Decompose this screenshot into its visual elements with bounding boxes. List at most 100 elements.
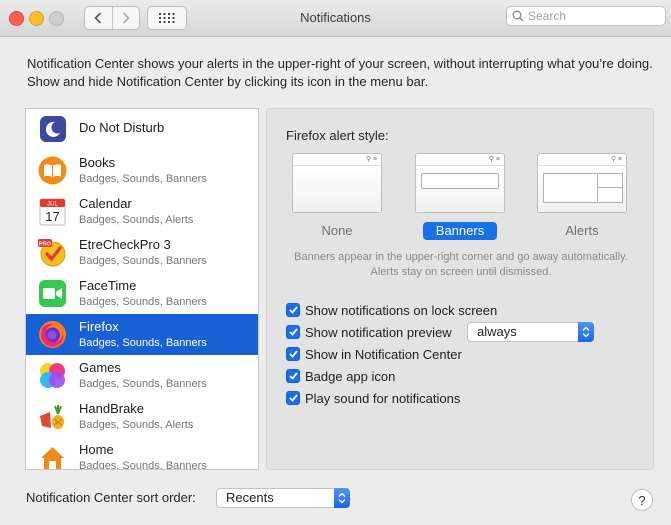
- games-icon: [38, 361, 67, 390]
- help-button[interactable]: ?: [631, 489, 653, 511]
- app-item-facetime[interactable]: FaceTime Badges, Sounds, Banners: [26, 273, 258, 314]
- minimize-button[interactable]: [29, 11, 44, 26]
- app-item-firefox[interactable]: Firefox Badges, Sounds, Banners: [26, 314, 258, 355]
- sort-order-select[interactable]: Recents: [216, 488, 350, 508]
- app-item-calendar[interactable]: JUL 17 Calendar Badges, Sounds, Alerts: [26, 191, 258, 232]
- banner-preview: [421, 173, 499, 189]
- updown-chevron-icon: [578, 322, 594, 342]
- menubar-icons: ⚲ ≡: [610, 156, 622, 163]
- option-label: Play sound for notifications: [305, 390, 461, 406]
- checkbox[interactable]: [286, 391, 300, 405]
- calendar-day: 17: [45, 209, 59, 224]
- menubar-icons: ⚲ ≡: [365, 156, 377, 163]
- calendar-icon: JUL 17: [38, 197, 67, 226]
- alert-style-banners-thumbnail: ⚲ ≡: [415, 153, 505, 213]
- app-name: FaceTime: [79, 278, 137, 293]
- alert-style-alerts-thumbnail: ⚲ ≡: [537, 153, 627, 213]
- app-name: Books: [79, 155, 116, 170]
- option-label: Show notifications on lock screen: [305, 302, 498, 318]
- home-icon: [38, 443, 67, 469]
- zoom-button[interactable]: [49, 11, 64, 26]
- app-subtitle: Badges, Sounds, Alerts: [79, 419, 194, 431]
- app-item-games[interactable]: Games Badges, Sounds, Banners: [26, 355, 258, 396]
- app-name: Games: [79, 360, 121, 375]
- search-field[interactable]: [506, 6, 666, 26]
- alert-style-none-thumbnail: ⚲ ≡: [292, 153, 382, 213]
- search-input[interactable]: [528, 9, 658, 23]
- checkmark-icon: [288, 350, 298, 358]
- books-icon: [38, 156, 67, 185]
- checkbox[interactable]: [286, 369, 300, 383]
- sort-order-label: Notification Center sort order:: [26, 490, 196, 505]
- option-badge[interactable]: Badge app icon: [286, 365, 497, 387]
- checkbox[interactable]: [286, 325, 300, 339]
- checkmark-icon: [288, 306, 298, 314]
- close-button[interactable]: [9, 11, 24, 26]
- forward-button[interactable]: [111, 7, 140, 29]
- option-label: Show in Notification Center: [305, 346, 462, 362]
- options-list: Show notifications on lock screen Show n…: [286, 299, 594, 409]
- back-button[interactable]: [85, 7, 112, 29]
- checkbox[interactable]: [286, 303, 300, 317]
- description-text: Notification Center shows your alerts in…: [27, 56, 653, 89]
- app-name: Home: [79, 442, 114, 457]
- app-item-etrecheckpro[interactable]: PRO EtreCheckPro 3 Badges, Sounds, Banne…: [26, 232, 258, 273]
- app-item-handbrake[interactable]: HandBrake Badges, Sounds, Alerts: [26, 396, 258, 437]
- titlebar: Notifications: [0, 0, 671, 37]
- app-subtitle: Badges, Sounds, Banners: [79, 460, 207, 470]
- nav-buttons: [84, 6, 140, 30]
- app-name: EtreCheckPro 3: [79, 237, 171, 252]
- option-label: Badge app icon: [305, 368, 396, 384]
- option-notification-center[interactable]: Show in Notification Center: [286, 343, 497, 365]
- calendar-month: JUL: [47, 202, 58, 208]
- checkmark-icon: [288, 394, 298, 402]
- menubar-icons: ⚲ ≡: [488, 156, 500, 163]
- alert-style-alerts[interactable]: ⚲ ≡ Alerts: [537, 153, 627, 240]
- style-label: None: [321, 223, 353, 238]
- app-subtitle: Badges, Sounds, Banners: [79, 337, 207, 349]
- alert-style-label: Firefox alert style:: [286, 128, 389, 143]
- option-preview[interactable]: Show notification preview always: [286, 321, 594, 343]
- notifications-window: Notifications Notification Center shows …: [0, 0, 671, 525]
- alert-style-banners[interactable]: ⚲ ≡ Banners: [415, 153, 505, 240]
- app-subtitle: Badges, Sounds, Banners: [79, 255, 207, 267]
- style-label: Banners: [422, 222, 498, 240]
- moon-icon: [38, 114, 67, 143]
- alert-style-none[interactable]: ⚲ ≡ None: [292, 153, 382, 240]
- sort-order-value: Recents: [226, 490, 274, 505]
- app-list[interactable]: Do Not Disturb Books Badges, Sounds, Ban…: [25, 108, 259, 470]
- search-icon: [512, 10, 524, 22]
- firefox-icon: [38, 320, 67, 349]
- preview-select[interactable]: always: [467, 322, 594, 342]
- checkmark-icon: [288, 372, 298, 380]
- option-label: Show notification preview: [305, 324, 452, 340]
- alert-preview: [543, 173, 623, 203]
- updown-chevron-icon: [334, 488, 350, 508]
- option-lock-screen[interactable]: Show notifications on lock screen: [286, 299, 497, 321]
- alert-style-help-text: Banners appear in the upper-right corner…: [294, 251, 628, 278]
- grid-icon: [159, 13, 175, 23]
- pro-badge: PRO: [39, 241, 52, 247]
- preview-select-value: always: [477, 324, 517, 339]
- checkbox[interactable]: [286, 347, 300, 361]
- app-name: Firefox: [79, 319, 119, 334]
- chevron-right-icon: [122, 12, 130, 24]
- etrecheck-icon: PRO: [38, 238, 67, 267]
- app-item-books[interactable]: Books Badges, Sounds, Banners: [26, 150, 258, 191]
- app-subtitle: Badges, Sounds, Banners: [79, 173, 207, 185]
- app-name: Calendar: [79, 196, 132, 211]
- facetime-icon: [38, 279, 67, 308]
- option-sound[interactable]: Play sound for notifications: [286, 387, 497, 409]
- app-name: Do Not Disturb: [79, 120, 165, 135]
- chevron-left-icon: [94, 12, 102, 24]
- handbrake-icon: [38, 402, 67, 431]
- style-label: Alerts: [565, 223, 599, 238]
- app-subtitle: Badges, Sounds, Banners: [79, 296, 207, 308]
- app-subtitle: Badges, Sounds, Banners: [79, 378, 207, 390]
- app-name: HandBrake: [79, 401, 145, 416]
- app-settings-panel: Firefox alert style: ⚲ ≡ None ⚲ ≡ Banner…: [266, 108, 654, 470]
- checkmark-icon: [288, 328, 298, 336]
- show-all-button[interactable]: [147, 6, 187, 30]
- app-item-do-not-disturb[interactable]: Do Not Disturb: [26, 109, 258, 148]
- app-item-home[interactable]: Home Badges, Sounds, Banners: [26, 437, 258, 470]
